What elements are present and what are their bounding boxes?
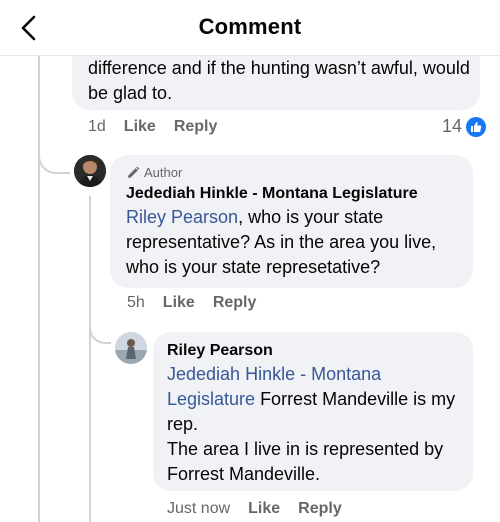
- comment-text: difference and if the hunting wasn’t awf…: [88, 58, 470, 103]
- comment-bubble: Riley Pearson Jedediah Hinkle - Montana …: [153, 332, 473, 491]
- thread-connector: [38, 140, 70, 174]
- avatar[interactable]: [74, 155, 106, 187]
- author-badge-label: Author: [144, 165, 183, 180]
- reply-button[interactable]: Reply: [298, 500, 342, 518]
- thumbs-up-icon: [466, 116, 487, 137]
- thread-connector-nested: [89, 318, 111, 344]
- reaction-summary[interactable]: 14: [442, 116, 487, 137]
- comment-actions: 5h Like Reply: [127, 294, 256, 312]
- page-title: Comment: [198, 14, 302, 39]
- thread-line-nested: [89, 196, 91, 522]
- comment-actions: 1d Like Reply: [88, 118, 217, 136]
- like-button[interactable]: Like: [124, 118, 156, 136]
- comment-bubble: Author Jedediah Hinkle - Montana Legisla…: [110, 155, 473, 288]
- reply-button[interactable]: Reply: [213, 294, 257, 312]
- commenter-name[interactable]: Jedediah Hinkle - Montana Legislature: [126, 185, 418, 203]
- like-button[interactable]: Like: [248, 500, 280, 518]
- comment-time[interactable]: 1d: [88, 118, 106, 136]
- comment-body-line2: The area I live in is represented by For…: [167, 439, 444, 484]
- author-badge: Author: [126, 165, 182, 180]
- like-button[interactable]: Like: [163, 294, 195, 312]
- top-bar: Comment: [0, 0, 500, 56]
- comment-text: Jedediah Hinkle - Montana Legislature Fo…: [167, 362, 467, 487]
- comment-time[interactable]: 5h: [127, 294, 145, 312]
- reaction-count: 14: [442, 116, 463, 136]
- commenter-name[interactable]: Riley Pearson: [167, 342, 273, 360]
- mention-link[interactable]: Riley Pearson: [126, 207, 238, 227]
- avatar[interactable]: [115, 332, 147, 364]
- comment-text: Riley Pearson, who is your state represe…: [126, 205, 466, 280]
- thread-line: [38, 56, 40, 522]
- comment-actions: Just now Like Reply: [167, 500, 342, 518]
- reply-button[interactable]: Reply: [174, 118, 218, 136]
- pencil-icon: [128, 166, 140, 178]
- comment-time[interactable]: Just now: [167, 500, 230, 518]
